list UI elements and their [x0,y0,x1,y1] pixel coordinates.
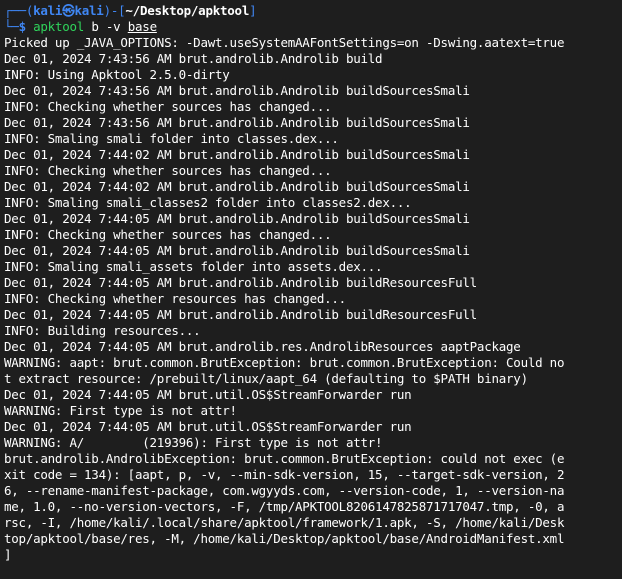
output-line: INFO: Smaling smali_classes2 folder into… [4,195,412,210]
output-line: 6, --rename-manifest-package, com.wgyyds… [4,483,565,498]
output-line: INFO: Building resources... [4,323,201,338]
prompt-user: kali [33,3,63,18]
output-line: INFO: Smaling smali folder into classes.… [4,131,339,146]
output-line: WARNING: aapt: brut.common.BrutException… [4,355,565,370]
output-line: Dec 01, 2024 7:44:05 AM brut.androlib.An… [4,211,470,226]
output-line: Dec 01, 2024 7:44:05 AM brut.androlib.An… [4,243,470,258]
output-line: Dec 01, 2024 7:44:05 AM brut.androlib.An… [4,275,477,290]
output-line: brut.androlib.AndrolibException: brut.co… [4,451,565,466]
output-line: Dec 01, 2024 7:44:02 AM brut.androlib.An… [4,147,470,162]
output-line: INFO: Checking whether sources has chang… [4,227,332,242]
output-line: Dec 01, 2024 7:43:56 AM brut.androlib.An… [4,83,470,98]
prompt-dollar: $ [18,19,27,34]
output-line: INFO: Using Apktool 2.5.0-dirty [4,67,230,82]
output-line: ] [4,547,12,562]
terminal-output: Picked up _JAVA_OPTIONS: -Dawt.useSystem… [4,35,622,563]
terminal-window[interactable]: ┌──(kali㉿kali)-[~/Desktop/apktool] └─$ a… [0,0,622,579]
command-target: base [127,19,157,34]
output-line: INFO: Checking whether resources has cha… [4,291,346,306]
prompt-cwd: ~/Desktop/apktool [125,3,250,18]
output-line: rsc, -I, /home/kali/.local/share/apktool… [4,515,565,530]
command-option: -v [105,19,121,34]
prompt-line-command: └─$ apktool b -v base [4,19,622,35]
output-line: WARNING: A/ (219396): First type is not … [4,435,383,450]
prompt-mid: )-[ [103,3,126,18]
output-line: INFO: Checking whether sources has chang… [4,99,332,114]
output-line: INFO: Smaling smali_assets folder into a… [4,259,383,274]
prompt-corner-top: ┌──( [4,3,34,18]
output-line: Picked up _JAVA_OPTIONS: -Dawt.useSystem… [4,35,565,50]
prompt-at-symbol: ㉿ [62,3,75,18]
output-line: Dec 01, 2024 7:44:05 AM brut.util.OS$Str… [4,387,412,402]
command-name: apktool [33,19,85,34]
output-line: Dec 01, 2024 7:44:05 AM brut.util.OS$Str… [4,419,412,434]
prompt-end: ] [249,3,257,18]
output-line: me, 1.0, --no-version-vectors, -F, /tmp/… [4,499,565,514]
output-line: Dec 01, 2024 7:43:56 AM brut.androlib.An… [4,115,470,130]
output-line: Dec 01, 2024 7:44:02 AM brut.androlib.An… [4,179,470,194]
command-arg: b [91,19,99,34]
output-line: INFO: Checking whether sources has chang… [4,163,332,178]
output-line: t extract resource: /prebuilt/linux/aapt… [4,371,528,386]
prompt-line-top: ┌──(kali㉿kali)-[~/Desktop/apktool] [4,3,622,19]
prompt-corner-bottom: └─ [4,19,19,34]
output-line: Dec 01, 2024 7:44:05 AM brut.androlib.An… [4,307,477,322]
output-line: top/apktool/base/res, -M, /home/kali/Des… [4,531,565,546]
output-line: WARNING: First type is not attr! [4,403,237,418]
output-line: Dec 01, 2024 7:43:56 AM brut.androlib.An… [4,51,383,66]
prompt-host: kali [74,3,104,18]
output-line: Dec 01, 2024 7:44:05 AM brut.androlib.re… [4,339,521,354]
output-line: xit code = 134): [aapt, p, -v, --min-sdk… [4,467,565,482]
